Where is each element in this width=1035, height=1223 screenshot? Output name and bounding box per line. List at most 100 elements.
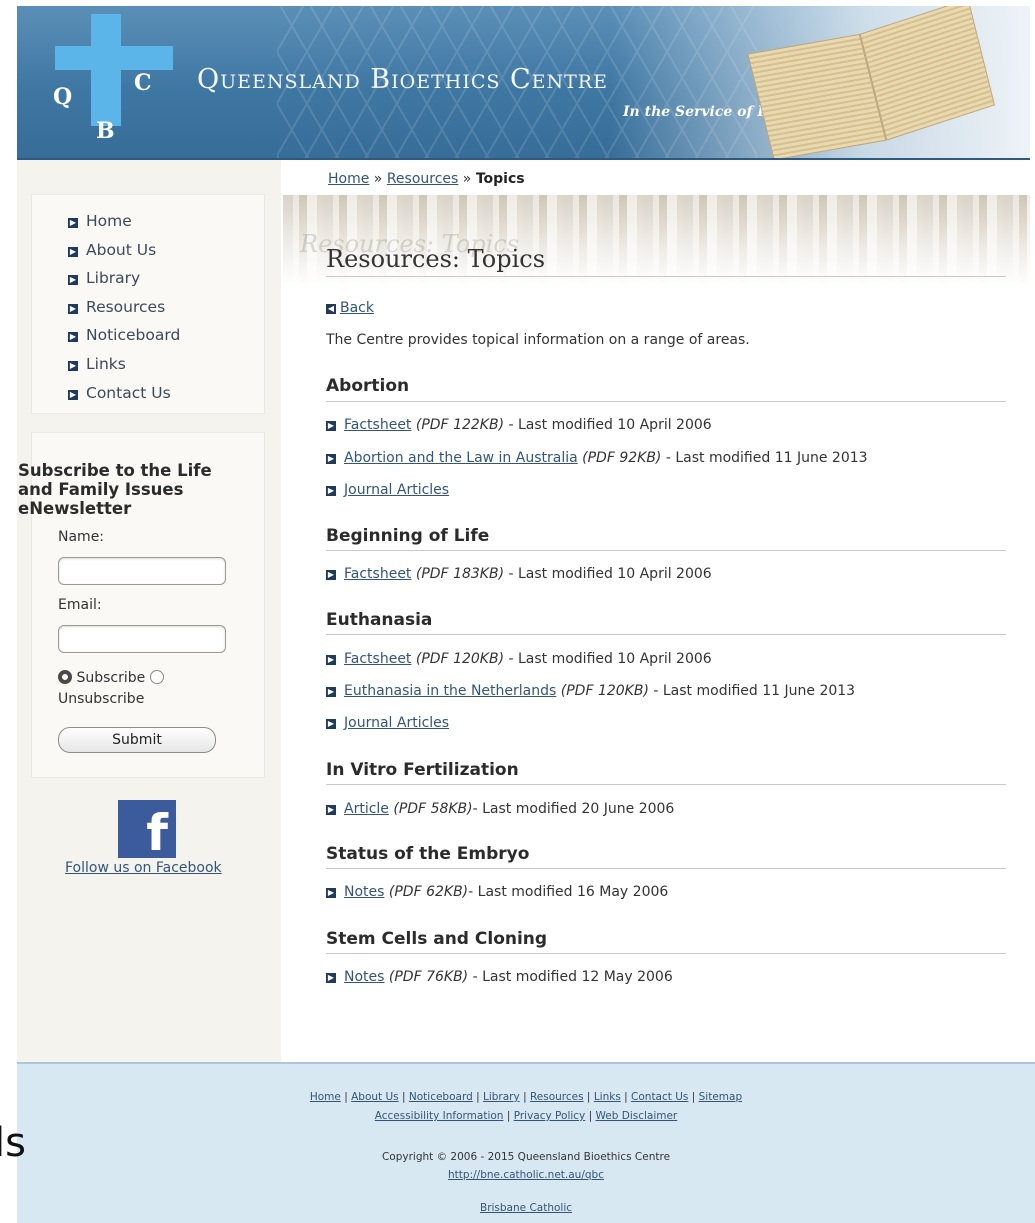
nav-label: Noticeboard (86, 326, 181, 345)
arrow-right-icon: ▶ (326, 486, 336, 496)
footer-link-library[interactable]: Library (483, 1091, 520, 1103)
submit-button[interactable]: Submit (58, 727, 216, 753)
nav-item-home[interactable]: ▶ Home (68, 207, 180, 236)
nav-label: Library (86, 269, 141, 288)
breadcrumb-resources[interactable]: Resources (387, 171, 459, 187)
back-label: Back (340, 300, 374, 316)
resource-link[interactable]: Factsheet (344, 417, 411, 433)
footer-copyright: Copyright © 2006 - 2015 Queensland Bioet… (381, 1151, 671, 1163)
footer-links-row-1: Home | About Us | Noticeboard | Library … (17, 1091, 1035, 1103)
footer-link-about-us[interactable]: About Us (351, 1091, 399, 1103)
subscribe-radio-label: Subscribe (76, 670, 146, 686)
resource-link[interactable]: Notes (344, 884, 384, 900)
footer-brisbane-catholic-link[interactable]: Brisbane Catholic (480, 1202, 572, 1214)
nav-item-resources[interactable]: ▶ Resources (68, 293, 180, 322)
facebook-icon[interactable]: f (118, 800, 176, 858)
resource-meta: - Last modified 10 April 2006 (504, 417, 712, 433)
facebook-link[interactable]: Follow us on Facebook (65, 860, 222, 876)
resource-link[interactable]: Journal Articles (344, 482, 449, 498)
arrow-right-icon: ▶ (326, 805, 336, 815)
resource-link[interactable]: Journal Articles (344, 715, 449, 731)
arrow-right-icon: ▶ (326, 655, 336, 665)
resource-link[interactable]: Article (344, 801, 389, 817)
nav-label: Home (86, 212, 132, 230)
section-title-beginning-of-life: Beginning of Life (326, 526, 490, 546)
logo-letter-q: Q (53, 84, 73, 110)
arrow-right-icon: ▶ (68, 218, 78, 228)
footer-link-home[interactable]: Home (310, 1091, 341, 1103)
arrow-right-icon: ▶ (68, 275, 78, 286)
footer-url-row: http://bne.catholic.net.au/qbc (17, 1169, 1035, 1181)
footer-separator: | (506, 1110, 511, 1122)
overlay-text-fragment: ls (0, 1120, 26, 1166)
footer-link-sitemap[interactable]: Sitemap (699, 1091, 743, 1103)
subscribe-radio[interactable] (58, 670, 72, 684)
nav-label: Links (86, 354, 126, 373)
resource-link[interactable]: Notes (344, 969, 384, 985)
logo-cross-bar (55, 46, 173, 70)
footer-link-resources[interactable]: Resources (530, 1091, 584, 1103)
footer-url-link[interactable]: http://bne.catholic.net.au/qbc (448, 1169, 604, 1181)
breadcrumb-separator: » (373, 171, 383, 187)
email-input[interactable] (58, 625, 226, 653)
breadcrumb-current: Topics (475, 171, 525, 187)
resource-link[interactable]: Factsheet (344, 566, 411, 582)
footer-link-contact-us[interactable]: Contact Us (631, 1091, 688, 1103)
nav-item-contact-us[interactable]: ▶ Contact Us (68, 379, 180, 408)
resource-format: (PDF 183KB) (415, 566, 505, 582)
resource-meta: - Last modified 16 May 2006 (468, 884, 669, 900)
resource-item: ▶ Notes (PDF 62KB)- Last modified 16 May … (326, 884, 668, 900)
resource-meta: - Last modified 12 May 2006 (468, 969, 673, 985)
unsubscribe-radio-label: Unsubscribe (58, 691, 145, 707)
footer-separator: | (624, 1091, 628, 1103)
resource-format: (PDF 76KB) (388, 969, 469, 985)
nav-list: ▶ Home ▶ About Us ▶ Library ▶ Resources ▶ Not… (68, 207, 180, 407)
footer-separator: | (344, 1091, 348, 1103)
logo-letter-b: B (96, 118, 115, 144)
resource-item: ▶ Factsheet (PDF 183KB) - Last modified 1… (326, 566, 712, 582)
nav-item-about-us[interactable]: ▶ About Us (68, 236, 180, 265)
footer-separator: | (586, 1091, 591, 1103)
section-title-abortion: Abortion (326, 376, 410, 396)
newsletter-subscribe-form: Subscribe to the Life and Family Issues … (18, 432, 265, 778)
nav-label: About Us (86, 240, 157, 259)
resource-meta: - Last modified 20 June 2006 (472, 801, 675, 817)
arrow-right-icon: ▶ (326, 570, 336, 580)
resource-format: (PDF 58KB) (393, 801, 473, 817)
section-divider (326, 784, 1006, 785)
footer-link-privacy-policy[interactable]: Privacy Policy (514, 1110, 586, 1122)
breadcrumb-home[interactable]: Home (328, 171, 369, 187)
footer-link-web-disclaimer[interactable]: Web Disclaimer (596, 1110, 678, 1122)
unsubscribe-radio[interactable] (149, 670, 164, 684)
section-title-status-of-the-embryo: Status of the Embryo (326, 844, 530, 864)
resource-item: ▶ Euthanasia in the Netherlands (PDF 120K… (326, 683, 855, 699)
logo-letter-c: C (134, 70, 152, 96)
name-input[interactable] (58, 557, 226, 585)
nav-item-links[interactable]: ▶ Links (68, 350, 180, 379)
resource-link[interactable]: Abortion and the Law in Australia (344, 450, 578, 466)
section-divider (326, 634, 1006, 635)
subscribe-radio-row: Subscribe (58, 669, 164, 687)
resource-link[interactable]: Euthanasia in the Netherlands (344, 683, 556, 699)
footer-link-links[interactable]: Links (594, 1091, 621, 1103)
resource-item: ▶ Factsheet (PDF 120KB) - Last modified 1… (326, 651, 712, 667)
subscribe-title: Subscribe to the Life and Family Issues … (18, 461, 212, 518)
nav-item-noticeboard[interactable]: ▶ Noticeboard (68, 321, 180, 350)
section-title-stem-cells-and-cloning: Stem Cells and Cloning (326, 929, 548, 949)
arrow-right-icon: ▶ (68, 303, 78, 314)
resource-meta: - Last modified 11 June 2013 (661, 450, 868, 466)
resource-meta: - Last modified 11 June 2013 (648, 683, 856, 699)
resource-meta: - Last modified 10 April 2006 (504, 651, 712, 667)
back-link[interactable]: ◀ Back (326, 300, 374, 316)
resource-link[interactable]: Factsheet (344, 651, 411, 667)
arrow-right-icon: ▶ (68, 389, 78, 400)
resource-item: ▶ Notes (PDF 76KB) - Last modified 12 May… (326, 969, 673, 985)
footer-link-noticeboard[interactable]: Noticeboard (409, 1091, 473, 1103)
footer-link-accessibility[interactable]: Accessibility Information (375, 1110, 504, 1122)
resource-meta: - Last modified 10 April 2006 (504, 566, 712, 582)
nav-item-library[interactable]: ▶ Library (68, 264, 180, 293)
footer-separator: | (523, 1091, 527, 1103)
footer-separator: | (588, 1110, 593, 1122)
logo-cross-icon (91, 14, 121, 126)
section-title-euthanasia: Euthanasia (326, 610, 433, 630)
